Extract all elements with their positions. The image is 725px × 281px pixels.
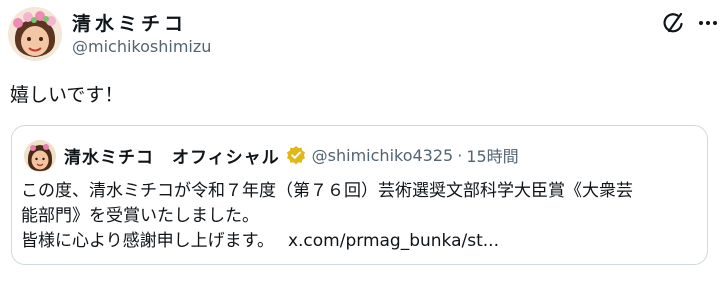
- author-avatar[interactable]: [8, 7, 62, 61]
- separator-dot: ·: [457, 145, 463, 165]
- quoted-post[interactable]: 清水ミチコ オフィシャル @shimichiko4325 · 15時間 この度、…: [11, 125, 708, 265]
- quoted-text-line: 能部門》を受賞いたしました。: [21, 206, 259, 226]
- verified-badge-icon: [286, 145, 306, 165]
- quoted-text-line: この度、清水ミチコが令和７年度（第７６回）芸術選奨文部科学大臣賞《大衆芸: [21, 181, 633, 201]
- post: 清水ミチコ @michikoshimizu 嬉しいです！ 清水ミチコ オフィシャ…: [0, 0, 725, 281]
- grok-icon[interactable]: [660, 10, 686, 36]
- quoted-timestamp[interactable]: 15時間: [466, 143, 518, 167]
- quoted-text: この度、清水ミチコが令和７年度（第７６回）芸術選奨文部科学大臣賞《大衆芸 能部門…: [21, 179, 701, 254]
- quoted-author-avatar[interactable]: [24, 140, 56, 172]
- quoted-author-handle[interactable]: @shimichiko4325: [312, 146, 454, 165]
- quoted-text-line: 皆様に心より感謝申し上げます。 x.com/prmag_bunka/st...: [21, 229, 701, 254]
- quoted-text-line-3: 皆様に心より感謝申し上げます。: [21, 231, 274, 251]
- post-text: 嬉しいです！: [10, 84, 124, 106]
- more-icon[interactable]: [696, 12, 720, 34]
- quoted-author-name[interactable]: 清水ミチコ オフィシャル: [64, 143, 280, 168]
- quoted-header: 清水ミチコ オフィシャル @shimichiko4325 · 15時間: [64, 143, 519, 168]
- quoted-link[interactable]: x.com/prmag_bunka/st...: [288, 231, 499, 251]
- author-handle[interactable]: @michikoshimizu: [72, 37, 211, 56]
- author-name[interactable]: 清水ミチコ: [72, 9, 187, 36]
